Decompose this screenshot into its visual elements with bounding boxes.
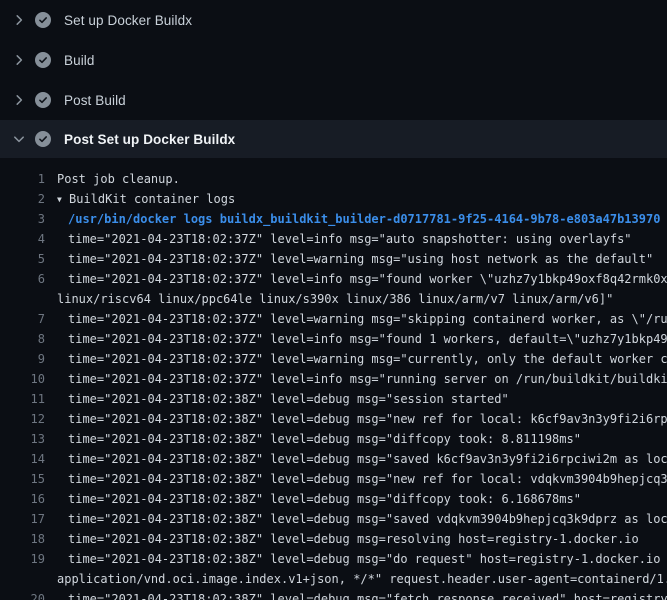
log-text: time="2021-04-23T18:02:38Z" level=debug … (57, 469, 667, 489)
log-line: 14 time="2021-04-23T18:02:38Z" level=debu… (0, 449, 667, 469)
log-area: 1 Post job cleanup. 2 ▼BuildKit container l… (0, 158, 667, 600)
log-text: time="2021-04-23T18:02:38Z" level=debug … (57, 549, 667, 569)
step-row-post-set-up-docker-buildx[interactable]: Post Set up Docker Buildx (0, 120, 667, 158)
line-number[interactable]: 14 (0, 449, 45, 469)
log-text: time="2021-04-23T18:02:38Z" level=debug … (57, 509, 667, 529)
step-row-build[interactable]: Build (0, 40, 667, 80)
log-line: 15 time="2021-04-23T18:02:38Z" level=debu… (0, 469, 667, 489)
step-title: Set up Docker Buildx (64, 13, 192, 28)
log-text: time="2021-04-23T18:02:37Z" level=info m… (57, 269, 667, 289)
log-line: 17 time="2021-04-23T18:02:38Z" level=debu… (0, 509, 667, 529)
log-text: time="2021-04-23T18:02:37Z" level=info m… (57, 229, 632, 249)
line-number[interactable]: 11 (0, 389, 45, 409)
check-circle-icon (35, 12, 51, 28)
log-text: time="2021-04-23T18:02:37Z" level=info m… (57, 329, 667, 349)
log-line: 13 time="2021-04-23T18:02:38Z" level=debu… (0, 429, 667, 449)
line-number (0, 289, 45, 309)
log-group-label: BuildKit container logs (69, 192, 235, 206)
log-text: time="2021-04-23T18:02:38Z" level=debug … (57, 589, 667, 600)
log-command-text: /usr/bin/docker logs buildx_buildkit_bui… (57, 209, 660, 229)
log-text: time="2021-04-23T18:02:38Z" level=debug … (57, 489, 581, 509)
line-number[interactable]: 1 (0, 169, 45, 189)
line-number[interactable]: 7 (0, 309, 45, 329)
line-number[interactable]: 15 (0, 469, 45, 489)
line-number[interactable]: 16 (0, 489, 45, 509)
log-text: application/vnd.oci.image.index.v1+json,… (57, 569, 667, 589)
log-line: 10 time="2021-04-23T18:02:37Z" level=info… (0, 369, 667, 389)
log-line: 6 time="2021-04-23T18:02:37Z" level=info … (0, 269, 667, 289)
line-number (0, 569, 45, 589)
chevron-right-icon (11, 92, 27, 108)
step-title: Post Set up Docker Buildx (64, 132, 235, 147)
log-line: 3/usr/bin/docker logs buildx_buildkit_bu… (0, 209, 667, 229)
log-line: 16 time="2021-04-23T18:02:38Z" level=debu… (0, 489, 667, 509)
check-circle-icon (35, 52, 51, 68)
log-text: time="2021-04-23T18:02:37Z" level=warnin… (57, 249, 653, 269)
log-text: linux/riscv64 linux/ppc64le linux/s390x … (57, 289, 613, 309)
line-number[interactable]: 19 (0, 549, 45, 569)
log-line: 8 time="2021-04-23T18:02:37Z" level=info … (0, 329, 667, 349)
log-text: time="2021-04-23T18:02:38Z" level=debug … (57, 389, 509, 409)
log-line: 9 time="2021-04-23T18:02:37Z" level=warni… (0, 349, 667, 369)
log-group-toggle[interactable]: ▼BuildKit container logs (57, 189, 235, 209)
log-line: 20 time="2021-04-23T18:02:38Z" level=debu… (0, 589, 667, 600)
line-number[interactable]: 17 (0, 509, 45, 529)
line-number[interactable]: 3 (0, 209, 45, 229)
log-text: time="2021-04-23T18:02:37Z" level=warnin… (57, 309, 667, 329)
log-line: 19 time="2021-04-23T18:02:38Z" level=debu… (0, 549, 667, 569)
line-number[interactable]: 6 (0, 269, 45, 289)
log-text: time="2021-04-23T18:02:38Z" level=debug … (57, 449, 667, 469)
step-title: Build (64, 53, 95, 68)
check-circle-icon (35, 131, 51, 147)
log-line: 5 time="2021-04-23T18:02:37Z" level=warni… (0, 249, 667, 269)
line-number[interactable]: 9 (0, 349, 45, 369)
line-number[interactable]: 18 (0, 529, 45, 549)
log-text: time="2021-04-23T18:02:38Z" level=debug … (57, 529, 639, 549)
chevron-right-icon (11, 52, 27, 68)
line-number[interactable]: 2 (0, 189, 45, 209)
line-number[interactable]: 13 (0, 429, 45, 449)
log-text: Post job cleanup. (57, 169, 180, 189)
log-line: 7 time="2021-04-23T18:02:37Z" level=warni… (0, 309, 667, 329)
log-text: time="2021-04-23T18:02:38Z" level=debug … (57, 429, 581, 449)
log-text: time="2021-04-23T18:02:37Z" level=info m… (57, 369, 667, 389)
log-text: time="2021-04-23T18:02:38Z" level=debug … (57, 409, 667, 429)
step-row-post-build[interactable]: Post Build (0, 80, 667, 120)
log-text: time="2021-04-23T18:02:37Z" level=warnin… (57, 349, 667, 369)
triangle-down-icon: ▼ (57, 190, 69, 210)
line-number[interactable]: 20 (0, 589, 45, 600)
line-number[interactable]: 4 (0, 229, 45, 249)
chevron-right-icon (11, 12, 27, 28)
log-line: 4 time="2021-04-23T18:02:37Z" level=info … (0, 229, 667, 249)
log-line: linux/riscv64 linux/ppc64le linux/s390x … (0, 289, 667, 309)
step-row-set-up-docker-buildx[interactable]: Set up Docker Buildx (0, 0, 667, 40)
log-line: 11 time="2021-04-23T18:02:38Z" level=debu… (0, 389, 667, 409)
line-number[interactable]: 10 (0, 369, 45, 389)
steps-list: Set up Docker Buildx Build Post Build Post … (0, 0, 667, 158)
log-line: 2 ▼BuildKit container logs (0, 189, 667, 209)
log-line: 18 time="2021-04-23T18:02:38Z" level=debu… (0, 529, 667, 549)
log-line: application/vnd.oci.image.index.v1+json,… (0, 569, 667, 589)
line-number[interactable]: 5 (0, 249, 45, 269)
log-line: 1 Post job cleanup. (0, 169, 667, 189)
chevron-down-icon (11, 131, 27, 147)
line-number[interactable]: 8 (0, 329, 45, 349)
log-line: 12 time="2021-04-23T18:02:38Z" level=debu… (0, 409, 667, 429)
check-circle-icon (35, 92, 51, 108)
line-number[interactable]: 12 (0, 409, 45, 429)
step-title: Post Build (64, 93, 126, 108)
workflow-log-panel: Set up Docker Buildx Build Post Build Post … (0, 0, 667, 600)
